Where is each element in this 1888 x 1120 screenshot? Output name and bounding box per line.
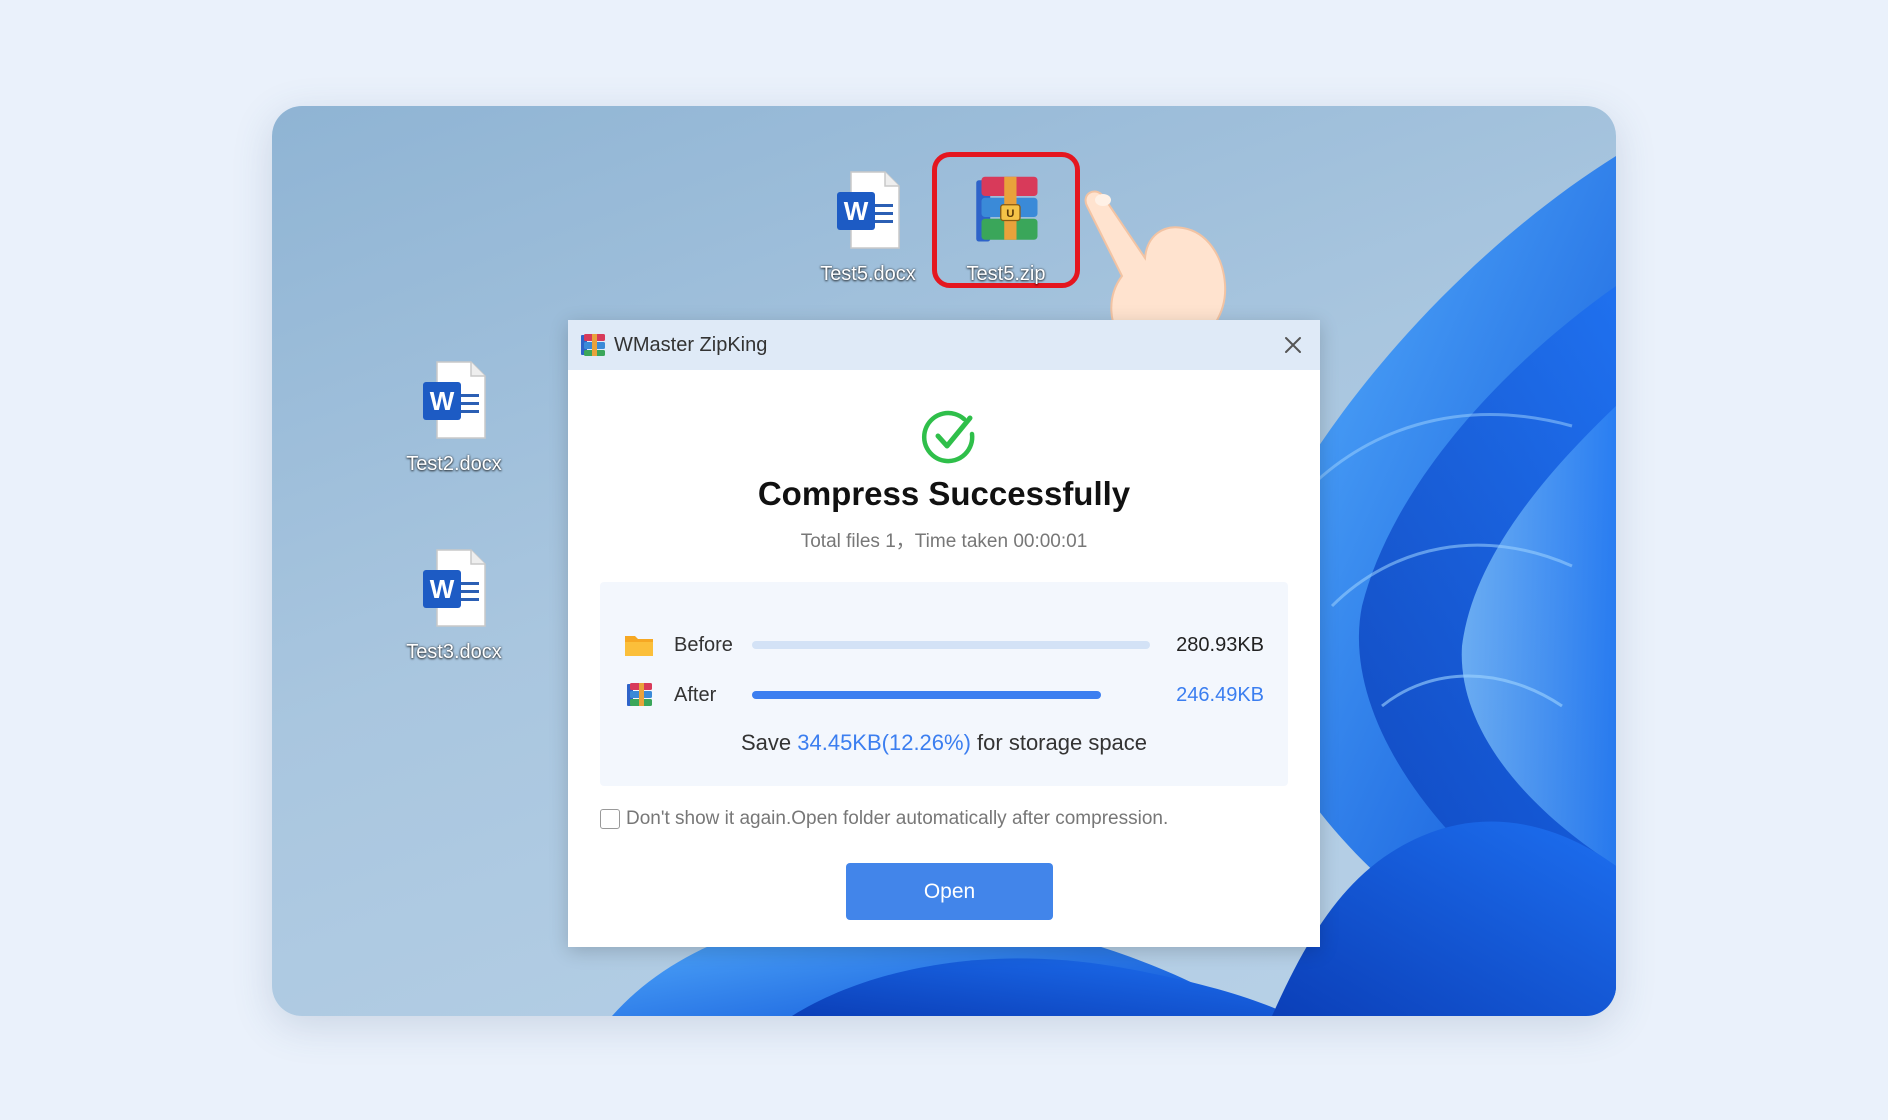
before-label: Before bbox=[674, 633, 733, 656]
before-row: Before 280.93KB bbox=[624, 630, 1264, 660]
desktop-file-test3-docx[interactable]: W Test3.docx bbox=[384, 546, 524, 664]
file-label: Test5.zip bbox=[966, 263, 1046, 285]
svg-text:W: W bbox=[430, 574, 455, 604]
desktop-file-test2-docx[interactable]: W Test2.docx bbox=[384, 358, 524, 476]
after-label: After bbox=[674, 683, 717, 706]
folder-icon bbox=[625, 636, 653, 656]
word-doc-icon: W bbox=[837, 171, 900, 249]
auto-open-option[interactable]: Don't show it again.Open folder automati… bbox=[600, 808, 1168, 830]
after-size-bar bbox=[752, 691, 1101, 699]
zip-archive-icon bbox=[627, 683, 652, 706]
dont-show-again-label[interactable]: Don't show it again.Open folder automati… bbox=[626, 808, 1168, 830]
compression-result-dialog: WMaster ZipKing Compress Successfully To… bbox=[568, 320, 1320, 947]
dialog-titlebar[interactable]: WMaster ZipKing bbox=[568, 320, 1320, 370]
file-label: Test2.docx bbox=[406, 453, 502, 475]
word-doc-icon: W bbox=[423, 361, 486, 439]
svg-text:W: W bbox=[844, 196, 869, 226]
open-button[interactable]: Open bbox=[846, 863, 1053, 920]
savings-prefix: Save bbox=[740, 730, 792, 755]
status-heading: Compress Successfully bbox=[757, 475, 1131, 512]
desktop-file-test5-docx[interactable]: W Test5.docx bbox=[798, 168, 938, 286]
savings-amount: 34.45KB(12.26%) bbox=[797, 730, 971, 755]
before-size-bar bbox=[752, 641, 1150, 649]
dont-show-again-checkbox[interactable] bbox=[600, 809, 620, 829]
savings-text: Save 34.45KB(12.26%) for storage space bbox=[600, 730, 1288, 756]
compression-stats-panel: Before 280.93KB After 246.49KB Save 34.4… bbox=[600, 582, 1288, 786]
success-check-icon bbox=[922, 410, 975, 464]
zipking-app-icon bbox=[581, 334, 605, 356]
after-size-value: 246.49KB bbox=[1176, 683, 1264, 706]
desktop-file-test5-zip[interactable]: U Test5.zip bbox=[936, 168, 1076, 286]
after-row: After 246.49KB bbox=[624, 680, 1264, 710]
savings-suffix: for storage space bbox=[977, 730, 1148, 755]
word-doc-icon: W bbox=[423, 549, 486, 627]
before-size-value: 280.93KB bbox=[1176, 633, 1264, 656]
file-label: Test3.docx bbox=[406, 641, 502, 663]
dialog-title: WMaster ZipKing bbox=[614, 333, 768, 356]
svg-text:W: W bbox=[430, 386, 455, 416]
file-label: Test5.docx bbox=[820, 263, 916, 285]
zip-archive-icon: U bbox=[976, 176, 1038, 242]
svg-text:U: U bbox=[1006, 208, 1014, 220]
status-summary: Total files 1，Time taken 00:00:01 bbox=[800, 531, 1088, 552]
close-icon[interactable] bbox=[1280, 332, 1306, 358]
